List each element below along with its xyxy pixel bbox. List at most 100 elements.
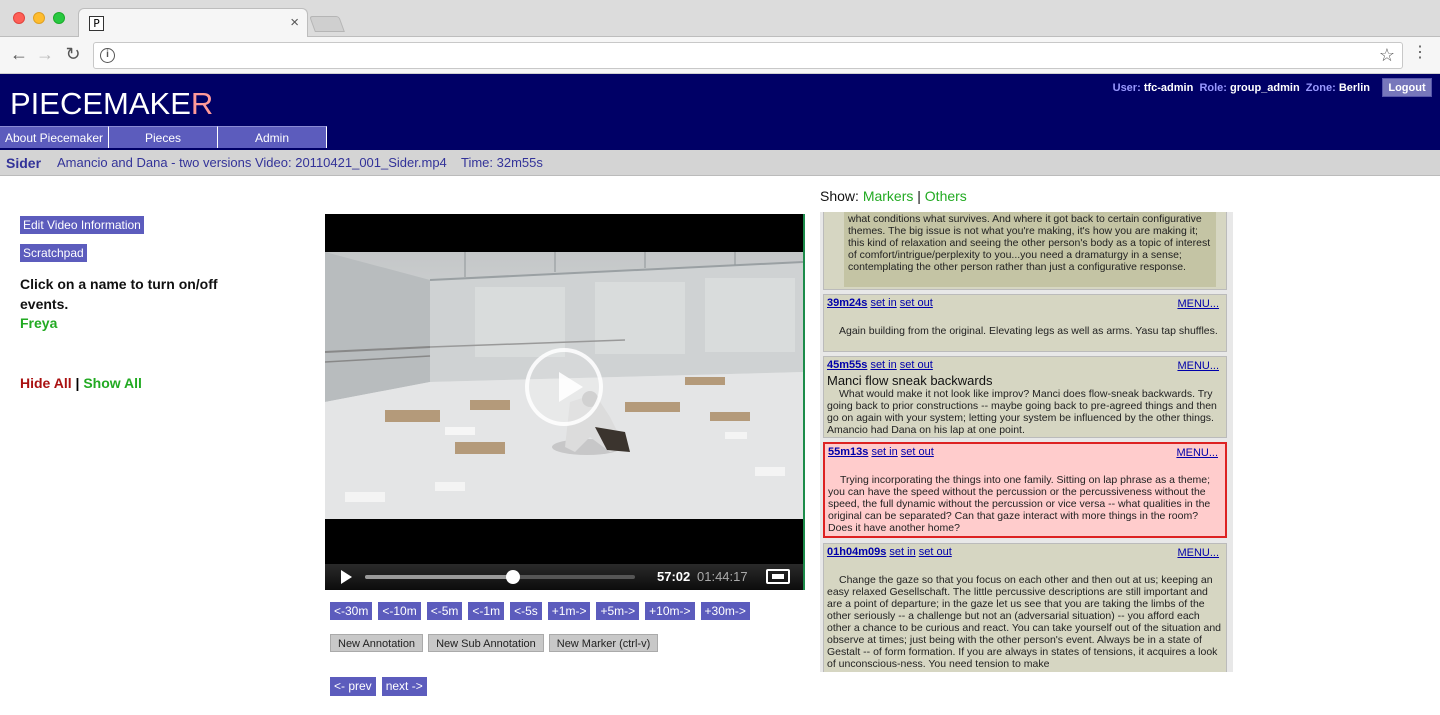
skip-back-1m-button[interactable]: <-1m — [468, 602, 505, 620]
play-icon — [559, 372, 583, 402]
new-annotation-button[interactable]: New Annotation — [330, 634, 424, 652]
play-pause-icon[interactable] — [341, 570, 352, 584]
sub-annotation-text: what conditions what survives. And where… — [844, 212, 1216, 287]
skip-forward-1m-button[interactable]: +1m-> — [547, 602, 591, 620]
annotation-controls: New Annotation New Sub Annotation New Ma… — [330, 634, 659, 652]
event-item: what conditions what survives. And where… — [823, 212, 1227, 290]
skip-back-10m-button[interactable]: <-10m — [378, 602, 421, 620]
skip-forward-10m-button[interactable]: +10m-> — [645, 602, 695, 620]
info-icon[interactable]: i — [100, 48, 115, 63]
user-info: User: tfc-admin Role: group_admin Zone: … — [1113, 82, 1370, 94]
set-out-link[interactable]: set out — [900, 297, 933, 309]
logo-main-text: PIECEMAKE — [10, 86, 191, 121]
role-value: group_admin — [1230, 82, 1300, 94]
tab-close-icon[interactable]: × — [290, 14, 299, 31]
performer-instructions: Click on a name to turn on/off events. — [20, 276, 218, 312]
video-player[interactable]: 57:02 01:44:17 — [325, 214, 805, 590]
skip-forward-5m-button[interactable]: +5m-> — [596, 602, 640, 620]
event-header: 01h04m09s set in set out — [827, 546, 952, 558]
big-play-button[interactable] — [525, 348, 603, 426]
new-tab-button[interactable] — [309, 16, 345, 32]
browser-tab[interactable]: P × — [78, 8, 308, 38]
others-filter-link[interactable]: Others — [925, 188, 967, 204]
browser-tab-bar: P × — [0, 0, 1440, 38]
seek-bar-progress — [365, 575, 513, 579]
event-text: Change the gaze so that you focus on eac… — [827, 574, 1222, 670]
skip-back-5s-button[interactable]: <-5s — [510, 602, 542, 620]
event-header: 39m24s set in set out — [827, 297, 933, 309]
set-in-link[interactable]: set in — [871, 446, 897, 458]
address-bar[interactable]: i ☆ — [93, 42, 1403, 69]
event-filter: Show: Markers | Others — [820, 188, 967, 204]
new-sub-annotation-button[interactable]: New Sub Annotation — [428, 634, 544, 652]
nav-pieces[interactable]: Pieces — [109, 126, 218, 148]
skip-back-30m-button[interactable]: <-30m — [330, 602, 373, 620]
back-arrow-icon[interactable]: ← — [8, 44, 30, 65]
video-frame — [325, 252, 803, 519]
nav-about-piecemaker[interactable]: About Piecemaker — [0, 126, 109, 148]
show-label: Show: — [820, 188, 859, 204]
filter-separator: | — [917, 188, 921, 204]
new-marker-button[interactable]: New Marker (ctrl-v) — [548, 634, 659, 652]
duration: 01:44:17 — [697, 569, 748, 584]
fullscreen-icon[interactable] — [766, 569, 790, 584]
set-out-link[interactable]: set out — [919, 546, 952, 558]
event-title: Manci flow sneak backwards — [827, 373, 993, 388]
event-item: 45m55s set in set out MENU... Manci flow… — [823, 356, 1227, 438]
nav-admin[interactable]: Admin — [218, 126, 327, 148]
event-timestamp-link[interactable]: 55m13s — [828, 446, 868, 458]
event-timestamp-link[interactable]: 01h04m09s — [827, 546, 886, 558]
window-minimize-icon[interactable] — [33, 12, 45, 24]
scratchpad-button[interactable]: Scratchpad — [20, 244, 87, 262]
show-all-link[interactable]: Show All — [83, 375, 142, 391]
performer-toggle-freya[interactable]: Freya — [20, 315, 57, 331]
set-out-link[interactable]: set out — [901, 446, 934, 458]
set-out-link[interactable]: set out — [900, 359, 933, 371]
markers-filter-link[interactable]: Markers — [863, 188, 914, 204]
edit-video-information-button[interactable]: Edit Video Information — [20, 216, 144, 234]
set-in-link[interactable]: set in — [870, 359, 896, 371]
set-in-link[interactable]: set in — [889, 546, 915, 558]
role-label: Role: — [1199, 82, 1227, 94]
event-item: 39m24s set in set out MENU... Again buil… — [823, 294, 1227, 352]
next-button[interactable]: next -> — [381, 677, 427, 696]
favicon-icon: P — [89, 16, 104, 31]
hide-all-link[interactable]: Hide All — [20, 375, 72, 391]
events-list[interactable]: what conditions what survives. And where… — [820, 212, 1233, 672]
event-item-active: 55m13s set in set out MENU... Trying inc… — [823, 442, 1227, 538]
window-maximize-icon[interactable] — [53, 12, 65, 24]
kebab-menu-icon[interactable]: ⋮ — [1412, 45, 1428, 61]
skip-back-5m-button[interactable]: <-5m — [426, 602, 463, 620]
event-timestamp-link[interactable]: 45m55s — [827, 359, 867, 371]
video-title: Amancio and Dana - two versions Video: 2… — [57, 155, 447, 170]
set-in-link[interactable]: set in — [870, 297, 896, 309]
video-time: Time: 32m55s — [461, 155, 543, 170]
seek-handle[interactable] — [505, 570, 520, 584]
user-label: User: — [1112, 82, 1141, 94]
browser-toolbar: ← → ↻ i ☆ ⋮ — [0, 37, 1440, 74]
event-menu-link[interactable]: MENU... — [1176, 447, 1218, 459]
current-time: 57:02 — [657, 569, 691, 584]
piece-info-bar: Sider Amancio and Dana - two versions Vi… — [0, 150, 1440, 176]
event-menu-link[interactable]: MENU... — [1177, 547, 1219, 559]
prev-button[interactable]: <- prev — [330, 677, 376, 696]
window-close-icon[interactable] — [13, 12, 25, 24]
reload-icon[interactable]: ↻ — [62, 44, 84, 65]
player-controls: 57:02 01:44:17 — [325, 564, 803, 590]
event-menu-link[interactable]: MENU... — [1177, 298, 1219, 310]
forward-arrow-icon[interactable]: → — [34, 44, 56, 65]
event-text: Again building from the original. Elevat… — [839, 325, 1218, 337]
logout-button[interactable]: Logout — [1382, 78, 1432, 97]
app-logo[interactable]: PIECEMAKER — [10, 86, 213, 122]
event-menu-link[interactable]: MENU... — [1177, 360, 1219, 372]
event-header: 45m55s set in set out — [827, 359, 933, 371]
hide-show-separator: | — [75, 375, 80, 391]
bookmark-star-icon[interactable]: ☆ — [1379, 45, 1395, 66]
event-text: What would make it not look like improv?… — [827, 388, 1217, 436]
skip-forward-30m-button[interactable]: +30m-> — [700, 602, 750, 620]
seek-bar[interactable] — [365, 570, 635, 584]
main-nav: About Piecemaker Pieces Admin — [0, 126, 327, 148]
skip-controls: <-30m <-10m <-5m <-1m <-5s +1m-> +5m-> +… — [330, 602, 750, 620]
zone-value: Berlin — [1338, 82, 1370, 94]
event-timestamp-link[interactable]: 39m24s — [827, 297, 867, 309]
